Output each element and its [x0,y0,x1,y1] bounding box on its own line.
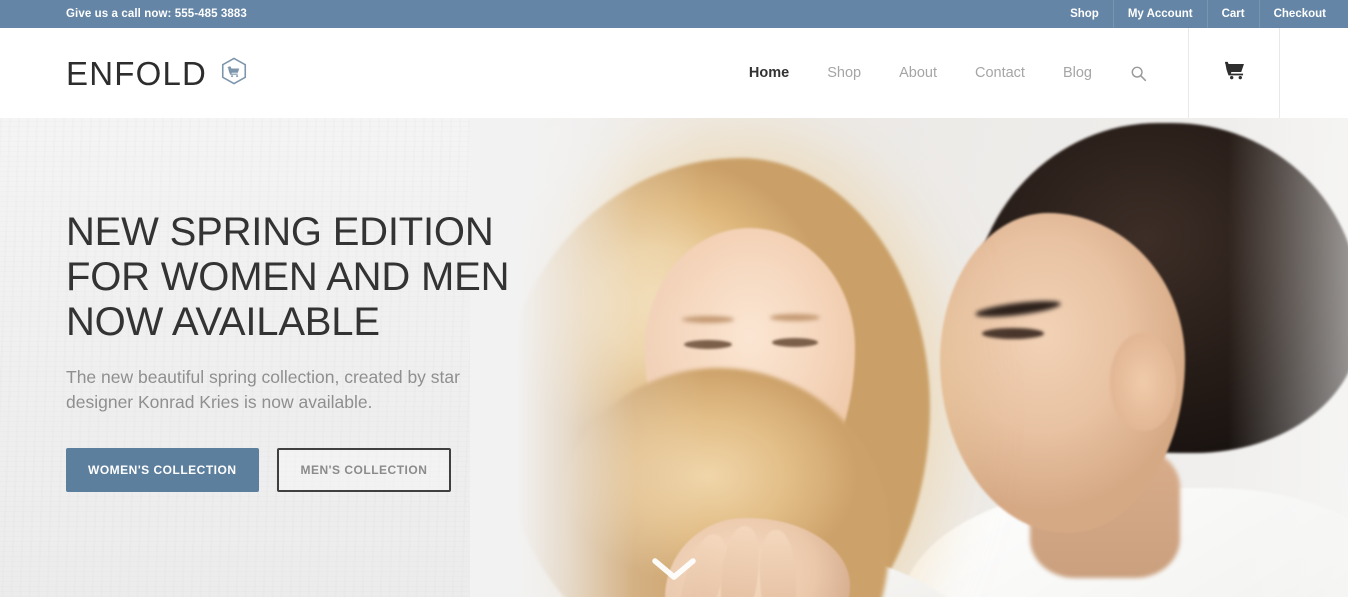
phone-label: Give us a call now: 555-485 3883 [66,8,247,20]
nav-item-shop[interactable]: Shop [808,28,880,118]
mens-collection-button[interactable]: MEN'S COLLECTION [276,448,452,492]
hero-subtitle: The new beautiful spring collection, cre… [66,365,586,415]
hero-section: NEW SPRING EDITION FOR WOMEN AND MEN NOW… [0,118,1348,597]
site-logo[interactable]: ENFOLD [66,56,249,91]
top-bar: Give us a call now: 555-485 3883 Shop My… [0,0,1348,28]
nav-item-about[interactable]: About [880,28,956,118]
shopping-cart-icon [1224,60,1245,86]
womens-collection-button[interactable]: WOMEN'S COLLECTION [66,448,259,492]
chevron-down-icon [647,558,701,588]
hexagon-cart-icon [219,56,249,91]
hero-content: NEW SPRING EDITION FOR WOMEN AND MEN NOW… [66,210,586,492]
top-bar-nav: Shop My Account Cart Checkout [1056,0,1326,28]
main-nav: Home Shop About Contact Blog [730,28,1348,118]
topbar-link-shop[interactable]: Shop [1056,0,1113,28]
topbar-link-cart[interactable]: Cart [1206,0,1259,28]
hero-subtitle-line-2: designer Konrad Kries is now available. [66,392,373,412]
hero-photo [470,118,1348,597]
topbar-link-checkout[interactable]: Checkout [1258,0,1326,28]
nav-item-contact[interactable]: Contact [956,28,1044,118]
search-icon[interactable] [1111,28,1166,118]
hero-subtitle-line-1: The new beautiful spring collection, cre… [66,367,460,387]
nav-item-blog[interactable]: Blog [1044,28,1111,118]
hero-title-line-2: FOR WOMEN AND MEN [66,255,510,299]
site-header: ENFOLD Home Shop About Contact Blog [0,28,1348,118]
hero-title-line-3: NOW AVAILABLE [66,300,380,344]
hero-title: NEW SPRING EDITION FOR WOMEN AND MEN NOW… [66,210,586,345]
hero-buttons: WOMEN'S COLLECTION MEN'S COLLECTION [66,448,586,492]
nav-item-home[interactable]: Home [730,28,808,118]
topbar-link-my-account[interactable]: My Account [1112,0,1207,28]
scroll-down-button[interactable] [647,554,701,589]
hero-title-line-1: NEW SPRING EDITION [66,210,494,254]
logo-text: ENFOLD [66,54,208,92]
cart-button[interactable] [1188,28,1280,118]
